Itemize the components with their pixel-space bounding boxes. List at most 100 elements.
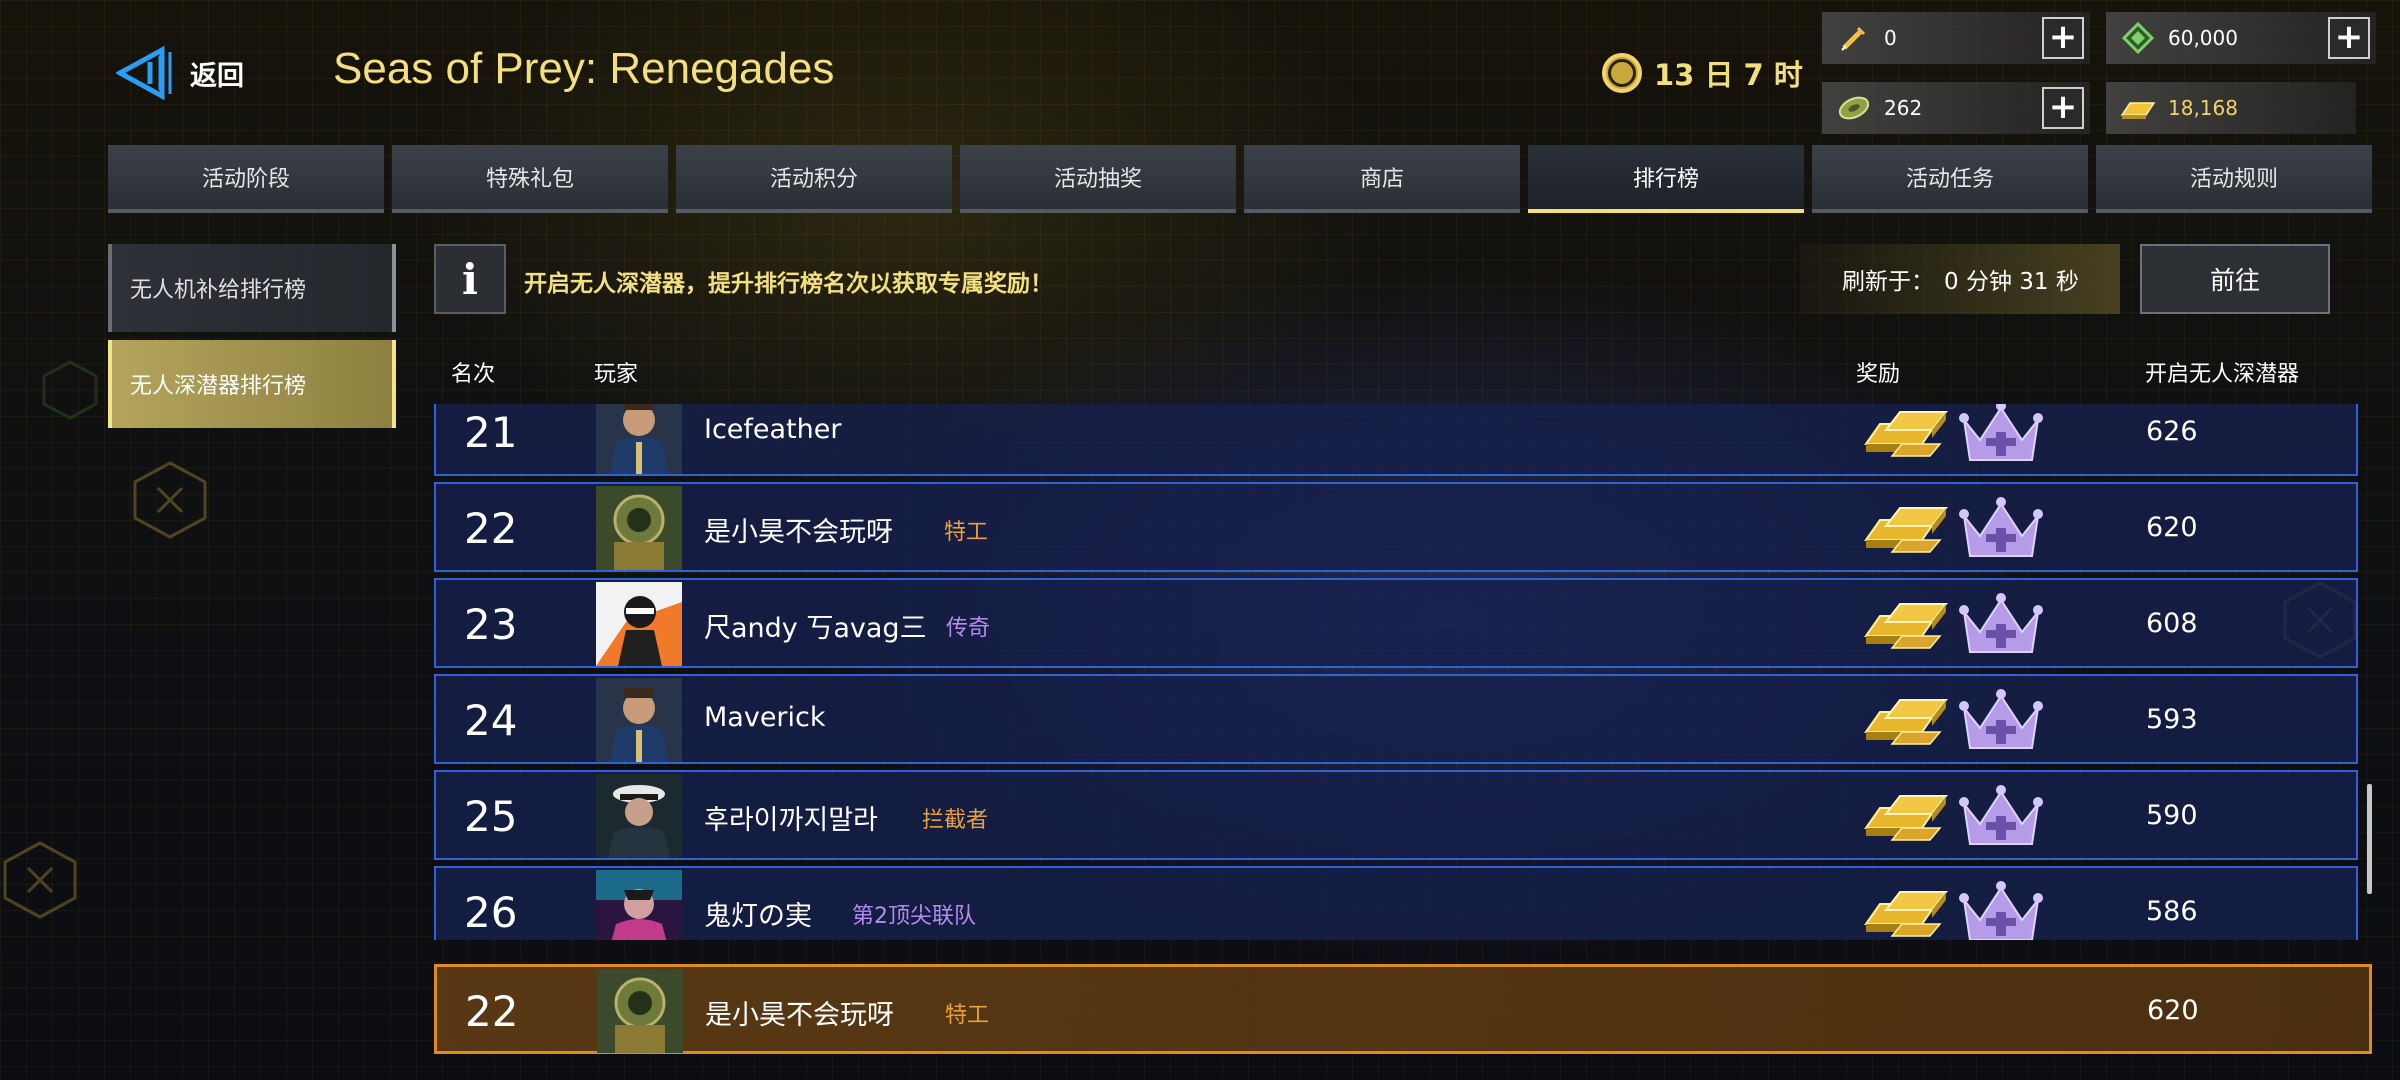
row-player-name: 尺andy 丂avag三 (704, 613, 927, 644)
leaderboard-row[interactable]: 22 是小昊不会玩呀 特工 620 (434, 482, 2358, 572)
hexagon-decoration-icon (3, 841, 77, 919)
row-player-name: Icefeather (704, 414, 842, 445)
goto-button[interactable]: 前往 (2140, 244, 2330, 314)
add-gem-button[interactable]: + (2328, 17, 2370, 59)
row-score: 593 (2146, 704, 2198, 735)
add-syringe-button[interactable]: + (2042, 17, 2084, 59)
tab-shop[interactable]: 商店 (1244, 145, 1520, 213)
row-rank: 26 (464, 888, 518, 937)
header-rank: 名次 (451, 362, 496, 387)
leaderboard-row[interactable]: 21 Icefeather 626 (434, 404, 2358, 476)
my-score: 620 (2147, 995, 2199, 1026)
tab-event-stage[interactable]: 活动阶段 (108, 145, 384, 213)
tab-event-rules[interactable]: 活动规则 (2096, 145, 2372, 213)
syringe-amount: 0 (1884, 26, 1897, 50)
leaderboard-list[interactable]: 21 Icefeather 626 22 是小昊不会玩呀 特工 620 23 尺andy 丂av… (434, 404, 2364, 940)
row-player-name: 鬼灯の実 (704, 901, 812, 932)
back-button[interactable]: 返回 (116, 46, 244, 100)
row-rank: 25 (464, 792, 518, 841)
hexagon-decoration-icon (133, 461, 207, 539)
crown-reward-icon (1959, 497, 2043, 557)
refresh-status: 刷新于： 0 分钟 31 秒 (1800, 244, 2120, 314)
row-score: 626 (2146, 416, 2198, 447)
row-rank: 21 (464, 408, 518, 457)
row-rank: 23 (464, 600, 518, 649)
clock-icon (1602, 53, 1642, 93)
tab-special-pack[interactable]: 特殊礼包 (392, 145, 668, 213)
side-nav-drone-supply-leaderboard[interactable]: 无人机补给排行榜 (108, 244, 396, 332)
officer-avatar[interactable] (596, 404, 682, 474)
diver-avatar (597, 969, 683, 1053)
gold-reward-icon (1864, 603, 1949, 649)
ninja-avatar[interactable] (596, 582, 682, 666)
row-rank: 24 (464, 696, 518, 745)
row-rank: 22 (464, 504, 518, 553)
captain-avatar[interactable] (596, 774, 682, 858)
hexagon-decoration-icon (42, 360, 98, 420)
row-player-title: 特工 (944, 520, 989, 545)
syringe-currency: 0 + (1822, 12, 2090, 64)
leaderboard-row[interactable]: 26 鬼灯の実 第2顶尖联队 586 (434, 866, 2358, 940)
crown-reward-icon (1959, 689, 2043, 749)
row-score: 620 (2146, 512, 2198, 543)
header-player: 玩家 (594, 362, 639, 387)
gold-reward-icon (1864, 795, 1949, 841)
row-score: 586 (2146, 896, 2198, 927)
header-reward: 奖励 (1856, 362, 1901, 387)
leaderboard-row[interactable]: 25 후라이까지말라 拦截者 590 (434, 770, 2358, 860)
gem-amount: 60,000 (2168, 26, 2238, 50)
gold-amount: 18,168 (2168, 96, 2238, 120)
gem-currency: 60,000 + (2106, 12, 2376, 64)
header-score: 开启无人深潜器 (2145, 362, 2300, 387)
list-scrollbar[interactable] (2367, 784, 2372, 894)
info-glyph: i (462, 254, 478, 304)
syringe-icon (1834, 18, 1874, 58)
back-arrow-icon (116, 46, 172, 100)
crown-reward-icon (1959, 593, 2043, 653)
crown-reward-icon (1959, 881, 2043, 940)
add-ticket-button[interactable]: + (2042, 87, 2084, 129)
officer-avatar[interactable] (596, 678, 682, 762)
info-text: 开启无人深潜器，提升排行榜名次以获取专属奖励！ (524, 271, 1053, 297)
tab-event-lottery[interactable]: 活动抽奖 (960, 145, 1236, 213)
ticket-icon (1834, 88, 1874, 128)
my-rank: 22 (465, 987, 519, 1036)
gold-bar-icon (2118, 88, 2158, 128)
row-player-name: 是小昊不会玩呀 (704, 517, 893, 548)
gold-reward-icon (1864, 507, 1949, 553)
diver-avatar[interactable] (596, 486, 682, 570)
row-score: 608 (2146, 608, 2198, 639)
row-player-name: 후라이까지말라 (704, 805, 878, 836)
row-player-name: Maverick (704, 702, 826, 733)
row-score: 590 (2146, 800, 2198, 831)
info-icon[interactable]: i (434, 244, 506, 314)
refresh-value: 0 分钟 31 秒 (1944, 269, 2079, 295)
ticket-currency: 262 + (1822, 82, 2090, 134)
gold-currency: 18,168 (2106, 82, 2356, 134)
refresh-label: 刷新于： (1842, 269, 1934, 295)
row-player-title: 第2顶尖联队 (852, 904, 976, 929)
tab-leaderboard[interactable]: 排行榜 (1528, 145, 1804, 213)
green-gem-icon (2118, 18, 2158, 58)
cyberpunk-avatar[interactable] (596, 870, 682, 940)
my-player-title: 特工 (945, 1003, 990, 1028)
gold-reward-icon (1864, 411, 1949, 457)
row-player-title: 拦截者 (922, 808, 989, 833)
leaderboard-row[interactable]: 23 尺andy 丂avag三 传奇 608 (434, 578, 2358, 668)
gold-reward-icon (1864, 891, 1949, 937)
page-title: Seas of Prey: Renegades (333, 44, 835, 93)
leaderboard-row[interactable]: 24 Maverick 593 (434, 674, 2358, 764)
tab-event-points[interactable]: 活动积分 (676, 145, 952, 213)
tab-bar: 活动阶段 特殊礼包 活动积分 活动抽奖 商店 排行榜 活动任务 活动规则 (108, 145, 2372, 213)
timer-text: 13 日 7 时 (1654, 58, 1803, 92)
crown-reward-icon (1959, 785, 2043, 845)
my-player-name: 是小昊不会玩呀 (705, 1000, 894, 1031)
side-nav-submersible-leaderboard[interactable]: 无人深潜器排行榜 (108, 340, 396, 428)
event-timer: 13 日 7 时 (1602, 52, 1803, 94)
tab-event-tasks[interactable]: 活动任务 (1812, 145, 2088, 213)
gold-reward-icon (1864, 699, 1949, 745)
crown-reward-icon (1959, 404, 2043, 461)
my-rank-row: 22 是小昊不会玩呀 特工 620 (434, 964, 2372, 1054)
back-label: 返回 (190, 60, 244, 92)
row-player-title: 传奇 (946, 616, 991, 641)
